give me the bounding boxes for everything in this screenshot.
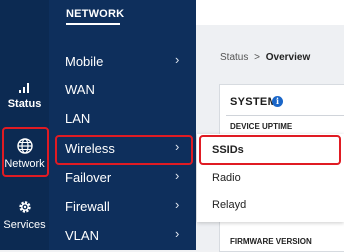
- card-title: SYSTEM: [230, 96, 278, 108]
- breadcrumb-separator: >: [254, 52, 260, 63]
- highlight-wireless: [55, 135, 193, 165]
- nav-item-label: WAN: [65, 82, 95, 97]
- card-divider: [226, 115, 344, 116]
- signal-bars-icon: [18, 83, 29, 93]
- nav-item-firewall[interactable]: Firewall ›: [49, 194, 196, 220]
- info-icon[interactable]: i: [272, 96, 283, 107]
- submenu-item-radio[interactable]: Radio: [212, 172, 241, 184]
- device-uptime-label: DEVICE UPTIME: [230, 122, 293, 131]
- nav-item-vlan[interactable]: VLAN ›: [49, 223, 196, 249]
- nav-item-label: Mobile: [65, 54, 104, 69]
- nav-title: NETWORK: [66, 8, 125, 20]
- rail-item-status[interactable]: Status: [0, 80, 49, 110]
- gear-icon: [18, 201, 31, 213]
- firmware-version-label: FIRMWARE VERSION: [230, 237, 312, 246]
- nav-title-underline: [66, 23, 120, 25]
- chevron-right-icon: ›: [175, 52, 180, 67]
- nav-item-label: VLAN: [65, 228, 99, 243]
- nav-item-label: Firewall: [65, 199, 110, 214]
- breadcrumb: Status > Overview: [220, 52, 310, 63]
- nav-item-mobile[interactable]: Mobile ›: [49, 49, 196, 75]
- nav-item-label: LAN: [65, 111, 91, 126]
- highlight-ssids: [199, 135, 341, 165]
- rail-label-services: Services: [3, 219, 46, 231]
- rail-label-status: Status: [7, 98, 42, 110]
- rail-item-services[interactable]: Services: [0, 199, 49, 231]
- icon-rail: Status Network Services: [0, 0, 49, 250]
- nav-item-failover[interactable]: Failover ›: [49, 165, 196, 191]
- chevron-right-icon: ›: [175, 168, 180, 183]
- highlight-network: [2, 127, 49, 177]
- breadcrumb-current: Overview: [265, 52, 311, 63]
- chevron-right-icon: ›: [175, 197, 180, 212]
- nav-item-label: Failover: [65, 170, 112, 185]
- network-nav-panel: NETWORK Mobile › WAN LAN Wireless › Fail…: [49, 0, 196, 250]
- chevron-right-icon: ›: [175, 226, 180, 241]
- submenu-item-relayd[interactable]: Relayd: [212, 199, 246, 211]
- breadcrumb-status-link[interactable]: Status: [220, 52, 248, 63]
- nav-item-lan[interactable]: LAN: [49, 106, 196, 132]
- nav-item-wan[interactable]: WAN: [49, 77, 196, 103]
- top-bar: [196, 0, 344, 25]
